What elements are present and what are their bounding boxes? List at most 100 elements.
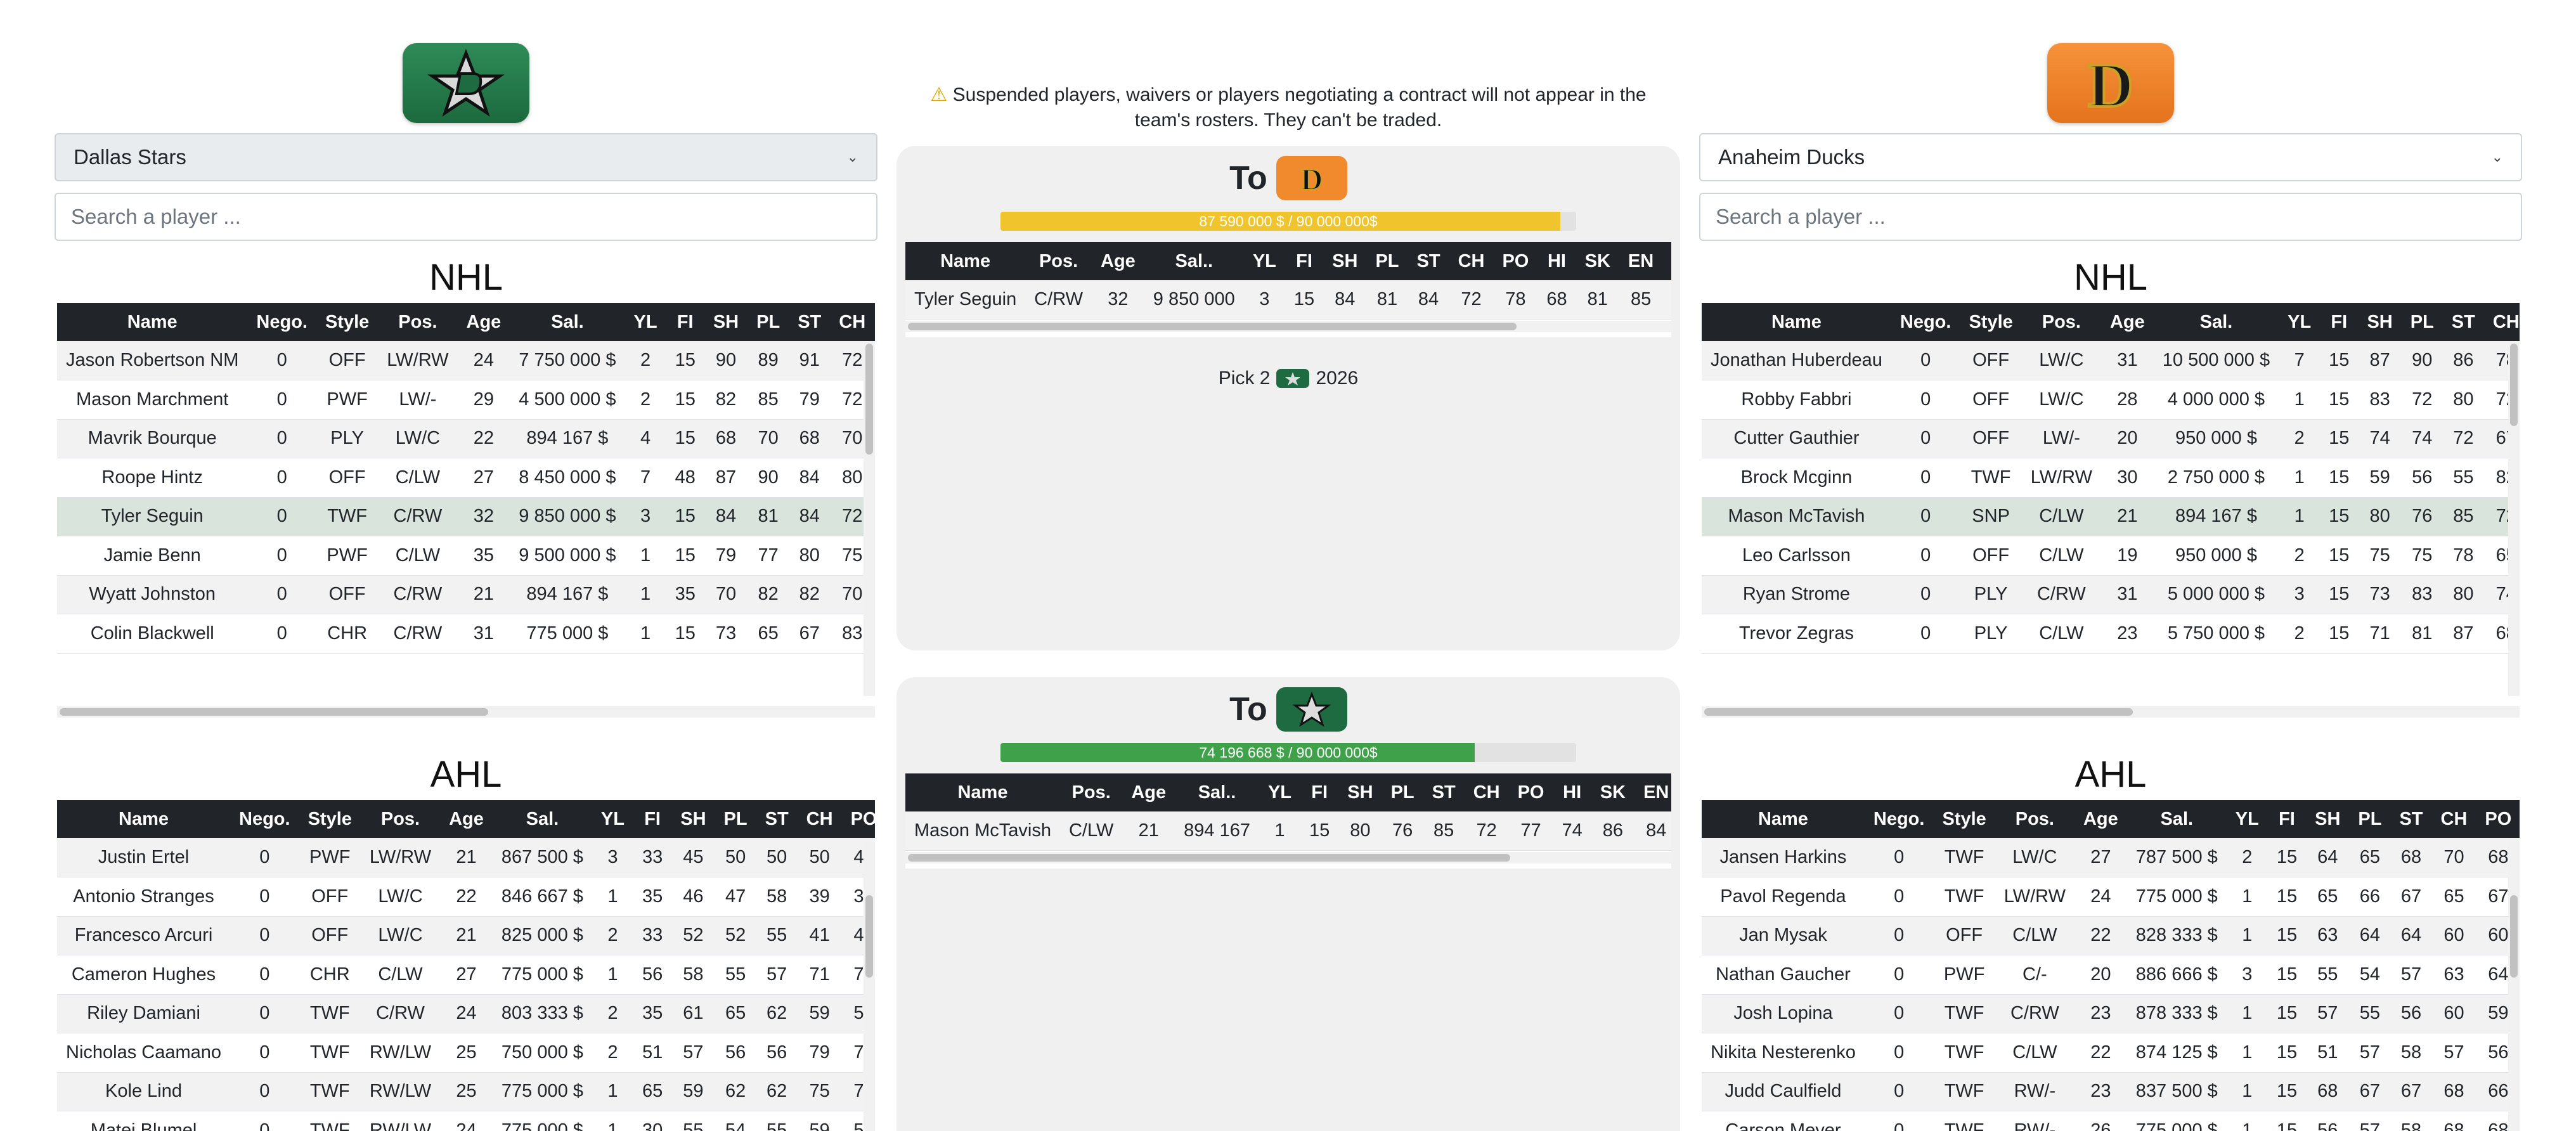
column-header[interactable]: EN xyxy=(1619,242,1663,280)
column-header[interactable]: ST xyxy=(2390,800,2432,838)
player-row[interactable]: Nikita Nesterenko 0 TWF C/LW 22 874 125 $1 15 5… xyxy=(1702,1033,2520,1073)
column-header[interactable]: FI xyxy=(633,800,672,838)
player-row[interactable]: Brock Mcginn 0 TWF LW/RW 30 2 750 000 $1 15 59 5… xyxy=(1702,458,2520,498)
player-row[interactable]: Jansen Harkins 0 TWF LW/C 27 787 500 $2 15 64 65… xyxy=(1702,838,2520,877)
column-header[interactable]: FI xyxy=(666,303,704,341)
column-header[interactable]: Style xyxy=(299,800,361,838)
horizontal-scrollbar[interactable] xyxy=(905,321,1671,332)
column-header[interactable]: Sal. xyxy=(510,303,625,341)
player-row[interactable]: Jan Mysak 0 OFF C/LW 22 828 333 $1 15 63 64 64 60 6… xyxy=(1702,916,2520,955)
column-header[interactable]: SH xyxy=(2358,303,2402,341)
column-header[interactable]: Name xyxy=(57,303,248,341)
column-header[interactable]: YL xyxy=(592,800,633,838)
column-header[interactable]: SH xyxy=(1338,773,1382,811)
player-row[interactable]: Nicholas Caamano 0 TWF RW/LW 25 750 000 $2 51 5… xyxy=(57,1033,875,1073)
column-header[interactable]: PO xyxy=(1508,773,1553,811)
player-row[interactable]: Mason Marchment 0 PWF LW/- 29 4 500 000 $2 15 8… xyxy=(57,380,875,420)
column-header[interactable]: FI xyxy=(1285,242,1324,280)
column-header[interactable]: PL xyxy=(1366,242,1408,280)
player-search-input-right[interactable]: Search a player ... xyxy=(1699,193,2522,241)
column-header[interactable]: SH xyxy=(671,800,715,838)
horizontal-scrollbar[interactable] xyxy=(905,852,1671,863)
column-header[interactable]: SH xyxy=(2306,800,2350,838)
player-row[interactable]: Mavrik Bourque 0 PLY LW/C 22 894 167 $4 15 68 70… xyxy=(57,419,875,458)
column-header[interactable]: ST xyxy=(789,303,831,341)
column-header[interactable]: Style xyxy=(1933,800,1995,838)
column-header[interactable]: YL xyxy=(1243,242,1285,280)
column-header[interactable]: SK xyxy=(1591,773,1635,811)
column-header[interactable]: Age xyxy=(457,303,510,341)
column-header[interactable]: SK xyxy=(1576,242,1619,280)
player-row[interactable]: Robby Fabbri 0 OFF LW/C 28 4 000 000 $1 15 83 72… xyxy=(1702,380,2520,420)
column-header[interactable]: Sal.. xyxy=(1175,773,1259,811)
column-header[interactable]: ST xyxy=(756,800,798,838)
player-row[interactable]: Trevor Zegras 0 PLY C/LW 23 5 750 000 $2 15 71 8… xyxy=(1702,614,2520,654)
column-header[interactable]: PL xyxy=(715,800,756,838)
player-row[interactable]: Nathan Gaucher 0 PWF C/- 20 886 666 $3 15 55 54 5… xyxy=(1702,955,2520,995)
nhl-table-left[interactable]: NameNego.StylePos.AgeSal.YLFISHPLSTCHPOJ… xyxy=(57,303,875,718)
player-row[interactable]: Cutter Gauthier 0 OFF LW/- 20 950 000 $2 15 74 7… xyxy=(1702,419,2520,458)
traded-player-row[interactable]: Mason McTavish C/LW 21 894 167 1 15 80 76 85 72 77… xyxy=(905,811,1671,851)
player-row[interactable]: Carson Meyer 0 TWF RW/- 26 775 000 $1 15 56 57 58… xyxy=(1702,1111,2520,1131)
column-header[interactable]: FI xyxy=(2320,303,2359,341)
vertical-scrollbar[interactable] xyxy=(2508,838,2520,1131)
column-header[interactable]: YL xyxy=(1259,773,1301,811)
team-select-right[interactable]: Anaheim Ducks ⌄ xyxy=(1699,133,2522,181)
column-header[interactable]: HI xyxy=(1553,773,1591,811)
column-header[interactable]: Pos. xyxy=(2021,303,2101,341)
column-header[interactable]: Pos. xyxy=(1995,800,2074,838)
column-header[interactable]: Pos. xyxy=(360,800,441,838)
nhl-table-right[interactable]: NameNego.StylePos.AgeSal.YLFISHPLSTCHPOJ… xyxy=(1702,303,2520,718)
player-row[interactable]: Wyatt Johnston 0 OFF C/RW 21 894 167 $1 35 70 82… xyxy=(57,575,875,614)
column-header[interactable]: YL xyxy=(625,303,666,341)
column-header[interactable]: YL xyxy=(2226,800,2268,838)
player-row[interactable]: Colin Blackwell 0 CHR C/RW 31 775 000 $1 15 73 6… xyxy=(57,614,875,654)
trade-table-stars[interactable]: NamePos.AgeSal..YLFISHPLSTCHPOHISKENPEFA… xyxy=(905,773,1671,869)
column-header[interactable]: Name xyxy=(1702,303,1891,341)
column-header[interactable]: Pos. xyxy=(378,303,458,341)
player-row[interactable]: Francesco Arcuri 0 OFF LW/C 21 825 000 $2 33 52… xyxy=(57,916,875,955)
column-header[interactable]: PE xyxy=(1662,242,1671,280)
column-header[interactable]: Sal.. xyxy=(1144,242,1244,280)
horizontal-scrollbar[interactable] xyxy=(1702,706,2520,718)
horizontal-scrollbar[interactable] xyxy=(57,706,875,718)
column-header[interactable]: CH xyxy=(830,303,875,341)
column-header[interactable]: Style xyxy=(316,303,379,341)
ahl-table-right[interactable]: Name Nego. Style Pos. Age Sal. YL FI SH PL ST CH PO J… xyxy=(1702,800,2520,1131)
player-row[interactable]: Roope Hintz 0 OFF C/LW 27 8 450 000 $7 48 87 90 8… xyxy=(57,458,875,498)
player-row[interactable]: Tyler Seguin 0 TWF C/RW 32 9 850 000 $3 15 84 81… xyxy=(57,497,875,536)
column-header[interactable]: Age xyxy=(2100,303,2154,341)
column-header[interactable]: ST xyxy=(1423,773,1465,811)
column-header[interactable]: ST xyxy=(1408,242,1449,280)
column-header[interactable]: Pos. xyxy=(1025,242,1092,280)
column-header[interactable]: YL xyxy=(2279,303,2320,341)
player-row[interactable]: Pavol Regenda 0 TWF LW/RW 24 775 000 $1 15 65 66… xyxy=(1702,877,2520,917)
column-header[interactable]: Age xyxy=(2074,800,2127,838)
player-row[interactable]: Mason McTavish 0 SNP C/LW 21 894 167 $1 15 80 76… xyxy=(1702,497,2520,536)
column-header[interactable]: PL xyxy=(748,303,789,341)
column-header[interactable]: CH xyxy=(1449,242,1494,280)
vertical-scrollbar[interactable] xyxy=(864,838,875,1131)
player-row[interactable]: Leo Carlsson 0 OFF C/LW 19 950 000 $2 15 75 75 78… xyxy=(1702,536,2520,576)
column-header[interactable]: HI xyxy=(1537,242,1576,280)
column-header[interactable]: PL xyxy=(1382,773,1423,811)
column-header[interactable]: Sal. xyxy=(2153,303,2279,341)
column-header[interactable]: Sal. xyxy=(2126,800,2227,838)
player-row[interactable]: Jason Robertson NM 0 OFF LW/RW 24 7 750 000 $… xyxy=(57,341,875,380)
player-row[interactable]: Kole Lind 0 TWF RW/LW 25 775 000 $1 65 59 62 62 75… xyxy=(57,1072,875,1111)
column-header[interactable]: CH xyxy=(2431,800,2476,838)
column-header[interactable]: CH xyxy=(1464,773,1509,811)
draft-pick[interactable]: Pick 2 2026 xyxy=(896,368,1680,389)
trade-table-ducks[interactable]: NamePos.AgeSal..YLFISHPLSTCHPOHISKENPEFA… xyxy=(905,242,1671,337)
column-header[interactable]: SH xyxy=(1323,242,1367,280)
column-header[interactable]: CH xyxy=(797,800,842,838)
column-header[interactable]: PO xyxy=(874,303,875,341)
column-header[interactable]: Age xyxy=(1122,773,1175,811)
ahl-table-left[interactable]: NameNego.StylePos.AgeSal.YLFISHPLSTCHPOH… xyxy=(57,800,875,1131)
team-select-left[interactable]: Dallas Stars ⌄ xyxy=(55,133,877,181)
column-header[interactable]: ST xyxy=(2442,303,2484,341)
column-header[interactable]: Nego. xyxy=(1891,303,1960,341)
column-header[interactable]: PO xyxy=(2476,800,2520,838)
player-row[interactable]: Josh Lopina 0 TWF C/RW 23 878 333 $1 15 57 55 56 6… xyxy=(1702,994,2520,1033)
column-header[interactable]: Nego. xyxy=(247,303,316,341)
